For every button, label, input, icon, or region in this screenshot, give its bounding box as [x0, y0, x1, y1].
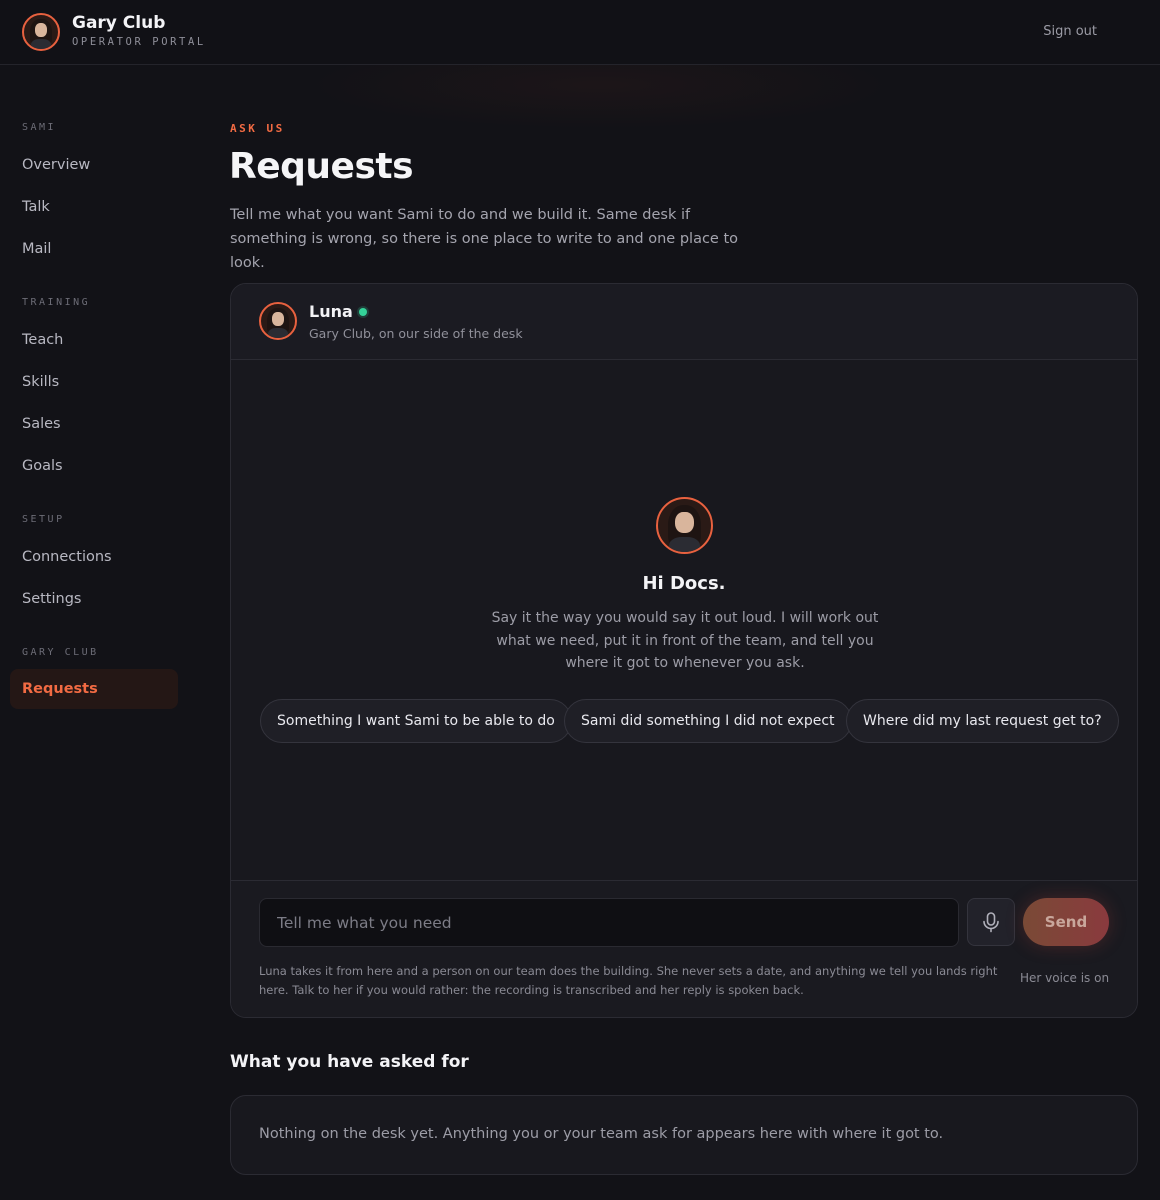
sidebar-item-overview[interactable]: Overview: [10, 145, 178, 185]
brand-title: Gary Club: [72, 13, 166, 33]
online-status-dot: [359, 308, 367, 316]
sidebar-item-goals[interactable]: Goals: [10, 446, 178, 486]
top-bar: Gary Club OPERATOR PORTAL Sign out: [0, 0, 1160, 65]
sidebar-item-mail[interactable]: Mail: [10, 229, 178, 269]
sidebar-section-setup: SETUP: [22, 514, 65, 525]
requests-empty-card: Nothing on the desk yet. Anything you or…: [230, 1095, 1138, 1175]
page-eyebrow: ASK US: [230, 122, 285, 135]
chat-greeting: Hi Docs.: [642, 573, 726, 594]
chat-composer: Send Luna takes it from here and a perso…: [231, 880, 1137, 1017]
microphone-button[interactable]: [967, 898, 1015, 946]
agent-avatar: [259, 302, 297, 340]
sidebar-item-settings[interactable]: Settings: [10, 579, 178, 619]
message-input[interactable]: [259, 898, 959, 947]
suggestion-chip-unexpected[interactable]: Sami did something I did not expect: [564, 699, 852, 743]
microphone-icon: [983, 912, 999, 933]
chat-card: Luna Gary Club, on our side of the desk …: [230, 283, 1138, 1018]
sidebar-item-requests[interactable]: Requests: [10, 669, 178, 709]
brand-subtitle: OPERATOR PORTAL: [72, 36, 206, 48]
agent-subtitle: Gary Club, on our side of the desk: [309, 326, 523, 341]
sidebar-item-skills[interactable]: Skills: [10, 362, 178, 402]
sidebar-item-talk[interactable]: Talk: [10, 187, 178, 227]
agent-avatar-large: [656, 497, 713, 554]
brand-avatar: [22, 13, 60, 51]
sidebar-item-teach[interactable]: Teach: [10, 320, 178, 360]
send-button[interactable]: Send: [1023, 898, 1109, 946]
requests-section-title: What you have asked for: [230, 1052, 469, 1072]
page-title: Requests: [229, 146, 414, 187]
sidebar-item-sales[interactable]: Sales: [10, 404, 178, 444]
chat-intro: Say it the way you would say it out loud…: [491, 610, 879, 671]
agent-name: Luna: [309, 302, 353, 321]
composer-help-text: Luna takes it from here and a person on …: [259, 964, 998, 997]
sidebar-section-training: TRAINING: [22, 297, 91, 308]
sidebar-section-sami: SAMI: [22, 122, 57, 133]
requests-empty-text: Nothing on the desk yet. Anything you or…: [259, 1126, 944, 1142]
sidebar-section-gary-club: GARY CLUB: [22, 647, 99, 658]
sign-out-link[interactable]: Sign out: [1043, 24, 1097, 39]
page-description: Tell me what you want Sami to do and we …: [230, 207, 739, 271]
voice-status: Her voice is on: [1020, 971, 1110, 985]
chat-header: Luna Gary Club, on our side of the desk: [231, 284, 1137, 360]
suggestion-chip-status[interactable]: Where did my last request get to?: [846, 699, 1119, 743]
sidebar-item-connections[interactable]: Connections: [10, 537, 178, 577]
suggestion-chip-feature[interactable]: Something I want Sami to be able to do: [260, 699, 572, 743]
